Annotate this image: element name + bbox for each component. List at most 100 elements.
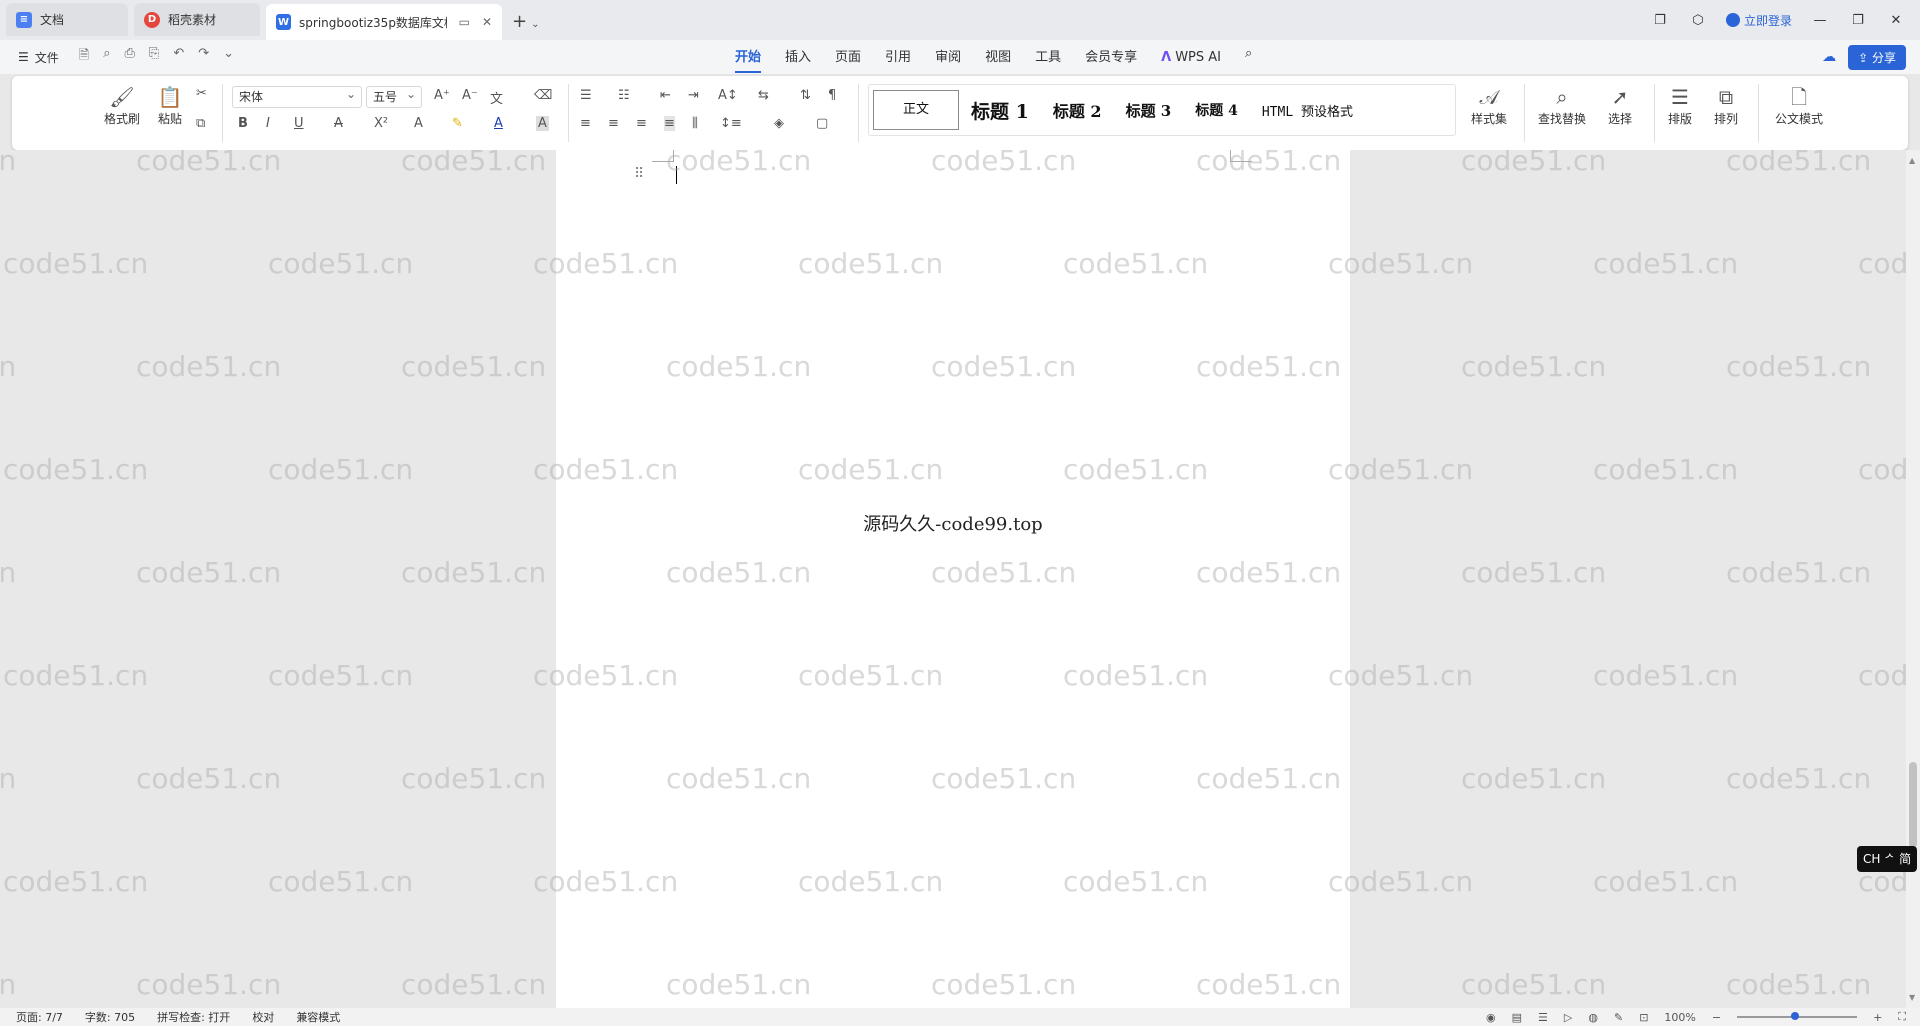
bullet-list-icon[interactable]: ☰: [580, 88, 592, 103]
numbered-list-icon[interactable]: ☷: [618, 88, 630, 103]
minimize-icon[interactable]: —: [1810, 13, 1830, 28]
tab-daoke[interactable]: D 稻壳素材: [134, 3, 260, 36]
style-heading-3[interactable]: 标题 3: [1114, 100, 1184, 121]
zoom-in-icon[interactable]: +: [1873, 1011, 1882, 1024]
align-right-icon[interactable]: ≡: [636, 116, 647, 131]
print-icon[interactable]: ⎙: [125, 46, 135, 68]
style-heading-4[interactable]: 标题 4: [1183, 100, 1250, 120]
tab-insert[interactable]: 插入: [785, 42, 811, 73]
document-page[interactable]: ⠿ 源码久久-code99.top: [556, 150, 1350, 1008]
find-replace-button[interactable]: ⌕ 查找替换: [1530, 84, 1594, 127]
close-tab-icon[interactable]: ✕: [482, 15, 492, 29]
sort-icon[interactable]: ⇅: [800, 88, 811, 103]
cut-icon[interactable]: ✂: [196, 86, 207, 101]
clear-format-icon[interactable]: ⌫: [534, 88, 552, 103]
restore-icon[interactable]: ❐: [1848, 13, 1868, 28]
style-set-button[interactable]: 𝒜 样式集: [1462, 84, 1516, 127]
document-text[interactable]: 源码久久-code99.top: [556, 510, 1350, 536]
sort-swap-icon[interactable]: ⇆: [758, 88, 769, 103]
bold-icon[interactable]: B: [238, 116, 248, 131]
print-preview-icon[interactable]: ⎘: [149, 46, 159, 68]
scroll-up-icon[interactable]: ▲: [1909, 156, 1915, 165]
chevron-down-icon[interactable]: ⌄: [223, 46, 234, 68]
tab-docs[interactable]: ≡ 文档: [6, 3, 128, 36]
char-shading-icon[interactable]: A: [536, 116, 549, 131]
official-mode-button[interactable]: 🗋 公文模式: [1768, 84, 1830, 127]
increase-indent-icon[interactable]: ⇥: [688, 88, 699, 103]
cloud-upload-icon[interactable]: ☁: [1822, 49, 1836, 65]
shrink-font-icon[interactable]: A⁻: [462, 88, 478, 103]
redo-icon[interactable]: ↷: [198, 46, 209, 68]
share-button[interactable]: ⇪ 分享: [1848, 44, 1906, 70]
tab-member[interactable]: 会员专享: [1085, 42, 1137, 73]
pen-icon[interactable]: ✎: [1614, 1011, 1623, 1024]
page-indicator[interactable]: 页面: 7/7: [16, 1009, 63, 1025]
text-effect-icon[interactable]: A: [414, 116, 423, 131]
shading-icon[interactable]: ◈: [774, 116, 784, 131]
ime-indicator[interactable]: CH ᄼ 简: [1857, 846, 1918, 872]
distribute-icon[interactable]: ⫼: [692, 116, 698, 131]
style-html-preformatted[interactable]: HTML 预设格式: [1250, 101, 1358, 120]
superscript-icon[interactable]: X²: [374, 116, 388, 131]
style-normal[interactable]: 正文: [873, 90, 959, 130]
word-count[interactable]: 字数: 705: [85, 1009, 135, 1025]
zoom-level[interactable]: 100%: [1664, 1011, 1695, 1024]
outline-view-icon[interactable]: ☰: [1538, 1011, 1548, 1024]
eye-icon[interactable]: ◉: [1486, 1011, 1496, 1024]
web-view-icon[interactable]: ◍: [1588, 1011, 1598, 1024]
tab-document[interactable]: W springbootiz35p数据库文档 ▭ ✕: [266, 4, 502, 40]
text-direction-icon[interactable]: A↕: [718, 88, 738, 103]
font-size-select[interactable]: 五号: [366, 84, 422, 108]
scroll-down-icon[interactable]: ▼: [1909, 993, 1915, 1002]
select-button[interactable]: ➚ 选择: [1598, 84, 1642, 127]
fullscreen-icon[interactable]: ⛶: [1898, 1010, 1906, 1024]
tab-start[interactable]: 开始: [735, 42, 762, 73]
layout-button[interactable]: ☰ 排版: [1658, 84, 1702, 127]
spell-check-toggle[interactable]: 拼写检查: 打开: [157, 1009, 230, 1025]
close-window-icon[interactable]: ✕: [1886, 13, 1906, 28]
window-list-icon[interactable]: ❐: [1650, 13, 1670, 28]
phonetic-icon[interactable]: 文: [490, 88, 503, 107]
document-area[interactable]: ⠿ 源码久久-code99.top code51.cn code51.cn code…: [0, 150, 1906, 1008]
output-icon[interactable]: ⌕: [103, 46, 110, 68]
font-name-select[interactable]: 宋体: [232, 84, 362, 108]
decrease-indent-icon[interactable]: ⇤: [660, 88, 671, 103]
show-marks-icon[interactable]: ¶: [828, 88, 836, 103]
tab-tools[interactable]: 工具: [1035, 42, 1061, 73]
vertical-scrollbar[interactable]: ▲ ▼: [1906, 150, 1920, 1008]
format-painter-button[interactable]: 🖌 格式刷: [100, 84, 144, 127]
italic-icon[interactable]: I: [266, 116, 270, 131]
font-color-icon[interactable]: A: [494, 116, 503, 131]
play-icon[interactable]: ▷: [1564, 1011, 1572, 1024]
copy-icon[interactable]: ⧉: [196, 116, 205, 131]
arrange-button[interactable]: ⧉ 排列: [1704, 84, 1748, 127]
scroll-thumb[interactable]: [1909, 762, 1917, 848]
zoom-slider[interactable]: [1737, 1012, 1858, 1020]
proofread-button[interactable]: 校对: [252, 1009, 274, 1025]
justify-icon[interactable]: ≡: [664, 116, 675, 131]
fit-page-icon[interactable]: ⊡: [1639, 1011, 1648, 1024]
tab-view[interactable]: 视图: [985, 42, 1011, 73]
align-left-icon[interactable]: ≡: [580, 116, 591, 131]
file-menu[interactable]: ☰ 文件: [18, 49, 59, 66]
style-heading-1[interactable]: 标题 1: [959, 97, 1041, 124]
wps-ai-button[interactable]: Λ WPS AI: [1161, 42, 1221, 73]
style-heading-2[interactable]: 标题 2: [1041, 98, 1114, 122]
cube-icon[interactable]: ⬡: [1688, 13, 1708, 28]
line-spacing-icon[interactable]: ↕≡: [720, 116, 742, 131]
underline-icon[interactable]: U: [294, 116, 304, 131]
tab-reference[interactable]: 引用: [885, 42, 911, 73]
paste-button[interactable]: 📋 粘贴: [148, 84, 192, 127]
align-center-icon[interactable]: ≡: [608, 116, 619, 131]
login-button[interactable]: 立即登录: [1725, 12, 1792, 29]
search-icon[interactable]: ⌕: [1245, 42, 1252, 73]
border-icon[interactable]: ▢: [816, 116, 828, 131]
drag-handle-icon[interactable]: ⠿: [634, 166, 644, 182]
zoom-out-icon[interactable]: −: [1712, 1011, 1721, 1024]
screen-icon[interactable]: ▭: [459, 15, 470, 29]
strikethrough-icon[interactable]: A: [334, 116, 343, 131]
tab-page[interactable]: 页面: [835, 42, 861, 73]
page-view-icon[interactable]: ▤: [1512, 1011, 1522, 1024]
tab-review[interactable]: 审阅: [935, 42, 961, 73]
chevron-down-icon[interactable]: ⌄: [531, 19, 539, 30]
